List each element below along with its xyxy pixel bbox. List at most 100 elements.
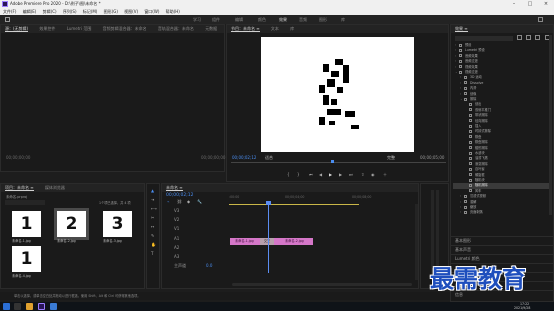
menu-file[interactable]: 文件(F) bbox=[3, 9, 16, 14]
tab-project[interactable]: 项目：未命名 ≡ bbox=[5, 185, 34, 191]
app-taskbar-icon[interactable] bbox=[50, 303, 57, 310]
search-icon[interactable] bbox=[538, 17, 543, 22]
play-icon[interactable]: ▶ bbox=[329, 172, 332, 177]
tab-sequence[interactable]: 未命名 ≡ bbox=[166, 185, 183, 191]
work-area-bar[interactable] bbox=[229, 204, 359, 205]
track-a3: A3 bbox=[162, 253, 226, 260]
program-timecode[interactable]: 00;00;02;12 bbox=[232, 155, 256, 160]
workspace-audio[interactable]: 音频 bbox=[299, 15, 307, 24]
clip-2[interactable]: 未命名-2.jpg bbox=[280, 238, 313, 245]
menu-help[interactable]: 帮助(H) bbox=[166, 9, 180, 14]
folder-icon bbox=[459, 59, 462, 63]
premiere-taskbar-icon[interactable] bbox=[38, 303, 45, 310]
tab-audio-clip-mixer[interactable]: 音频剪辑混合器：未命名 bbox=[103, 26, 147, 31]
pen-tool-icon[interactable]: ✎ bbox=[151, 233, 154, 238]
workspace-assembly[interactable]: 组件 bbox=[212, 15, 220, 24]
track-v3-label: V3 bbox=[174, 208, 180, 213]
menu-graphics[interactable]: 图形(G) bbox=[104, 9, 118, 14]
workspace-editing[interactable]: 编辑 bbox=[235, 15, 243, 24]
close-button[interactable]: × bbox=[538, 0, 554, 8]
timeline-vertical-scrollbar[interactable] bbox=[415, 204, 418, 280]
thumbnail-3[interactable]: 3 bbox=[103, 211, 132, 237]
32bit-effects-icon[interactable] bbox=[526, 35, 531, 40]
timeline-settings-icon[interactable]: 🔧 bbox=[197, 199, 202, 204]
tab-lumetri-scopes[interactable]: Lumetri 范围 bbox=[67, 26, 92, 31]
thumbnail-1[interactable]: 1 bbox=[12, 211, 41, 237]
start-icon[interactable] bbox=[3, 303, 10, 310]
menu-clip[interactable]: 剪辑(C) bbox=[43, 9, 57, 14]
yuv-effects-icon[interactable] bbox=[535, 35, 540, 40]
menu-window[interactable]: 窗口(W) bbox=[144, 9, 159, 14]
workspace-color[interactable]: 颜色 bbox=[258, 15, 266, 24]
playhead-handle[interactable] bbox=[266, 201, 271, 205]
effects-scrollbar[interactable] bbox=[549, 35, 552, 215]
tab-media-browser[interactable]: 媒体浏览器 bbox=[45, 185, 65, 190]
program-video-frame[interactable] bbox=[261, 37, 414, 152]
track-select-tool-icon[interactable]: ⇥ bbox=[151, 197, 154, 202]
mark-out-icon[interactable]: } bbox=[297, 172, 300, 177]
slip-tool-icon[interactable]: ↔ bbox=[151, 224, 154, 229]
workspace-graphics[interactable]: 图形 bbox=[319, 15, 327, 24]
maximize-button[interactable]: □ bbox=[522, 0, 538, 8]
selection-tool-icon[interactable]: ▲ bbox=[151, 188, 154, 193]
export-frame-icon[interactable]: ◉ bbox=[371, 172, 375, 177]
home-icon[interactable] bbox=[5, 17, 10, 22]
ripple-edit-tool-icon[interactable]: ⟷ bbox=[151, 206, 157, 211]
go-to-out-icon[interactable]: ⏭ bbox=[349, 172, 353, 177]
tab-source[interactable]: 源：(无剪辑) bbox=[5, 26, 29, 32]
tab-program[interactable]: 节目：未命名 ≡ bbox=[231, 26, 260, 32]
workspace-learn[interactable]: 学习 bbox=[193, 15, 201, 24]
linked-selection-icon[interactable]: ⛓ bbox=[177, 199, 182, 204]
add-marker-icon[interactable]: ◆ bbox=[187, 199, 190, 204]
go-to-in-icon[interactable]: ⏮ bbox=[309, 172, 313, 177]
tab-effect-controls[interactable]: 效果控件 bbox=[39, 26, 55, 31]
tab-effects[interactable]: 效果 ≡ bbox=[455, 26, 468, 32]
mark-in-icon[interactable]: { bbox=[287, 172, 290, 177]
timeline-timecode[interactable]: 00;00;02;12 bbox=[166, 193, 193, 198]
source-timecode[interactable]: 00;00;00;00 bbox=[6, 155, 30, 160]
transition-random-wipe[interactable]: 交叉 bbox=[260, 238, 274, 245]
status-text: 单击以选择，或单击空白处并拖动以进行框选。使用 Shift、Alt 和 Ctrl… bbox=[14, 294, 141, 298]
snap-icon[interactable]: ⌁ bbox=[167, 199, 169, 204]
program-playhead[interactable] bbox=[331, 160, 334, 163]
menu-edit[interactable]: 编辑(E) bbox=[23, 9, 37, 14]
step-back-icon[interactable]: ◀ bbox=[319, 172, 322, 177]
menu-marker[interactable]: 标记(M) bbox=[83, 9, 98, 14]
program-scrubber[interactable] bbox=[231, 162, 446, 163]
effects-search-input[interactable] bbox=[455, 36, 513, 41]
timeline-horizontal-scrollbar[interactable] bbox=[232, 283, 412, 286]
time-ruler[interactable]: :00:00 00;00;04;00 00;00;08;00 bbox=[229, 193, 419, 205]
tab-libraries[interactable]: 库 bbox=[290, 26, 294, 31]
hand-tool-icon[interactable]: ✋ bbox=[151, 242, 156, 247]
tab-text[interactable]: 文本 bbox=[271, 26, 279, 31]
minimize-button[interactable]: – bbox=[506, 0, 522, 8]
panel-section-header[interactable]: 基本声音 bbox=[451, 245, 554, 253]
search-taskbar-icon[interactable] bbox=[14, 303, 21, 310]
workspace-effects[interactable]: 效果 bbox=[279, 15, 287, 24]
razor-tool-icon[interactable]: ✂ bbox=[151, 215, 154, 220]
explorer-icon[interactable] bbox=[26, 303, 33, 310]
accelerated-effects-icon[interactable] bbox=[517, 35, 522, 40]
folder-icon bbox=[464, 86, 467, 90]
type-tool-icon[interactable]: T bbox=[151, 251, 153, 256]
timeline-playhead[interactable] bbox=[268, 201, 269, 273]
project-search-input[interactable] bbox=[5, 200, 45, 205]
panel-section-header[interactable]: 基本图形 bbox=[451, 236, 554, 244]
step-forward-icon[interactable]: ▶ bbox=[339, 172, 342, 177]
effects-tree-item[interactable]: › 页面剥落 bbox=[453, 210, 549, 215]
transition-icon bbox=[469, 129, 472, 133]
thumbnail-2[interactable]: 2 bbox=[54, 208, 89, 240]
menu-sequence[interactable]: 序列(S) bbox=[63, 9, 77, 14]
workspace-libraries[interactable]: 库 bbox=[341, 15, 345, 24]
lift-icon[interactable]: ⇧ bbox=[361, 172, 364, 177]
tab-metadata[interactable]: 元数据 bbox=[205, 26, 217, 31]
resolution-dropdown[interactable]: 完整 bbox=[387, 155, 395, 161]
panel-section-header[interactable]: Lumetri 颜色 bbox=[451, 254, 554, 262]
menu-view[interactable]: 视图(V) bbox=[124, 9, 138, 14]
master-volume-value[interactable]: 0.0 bbox=[206, 263, 212, 268]
fit-dropdown[interactable]: 适合 bbox=[265, 155, 273, 161]
transition-icon bbox=[469, 102, 472, 106]
tab-audio-track-mixer[interactable]: 音轨混合器：未命名 bbox=[158, 26, 194, 31]
button-editor-icon[interactable]: ＋ bbox=[383, 172, 387, 178]
thumbnail-4[interactable]: 1 bbox=[12, 246, 41, 272]
